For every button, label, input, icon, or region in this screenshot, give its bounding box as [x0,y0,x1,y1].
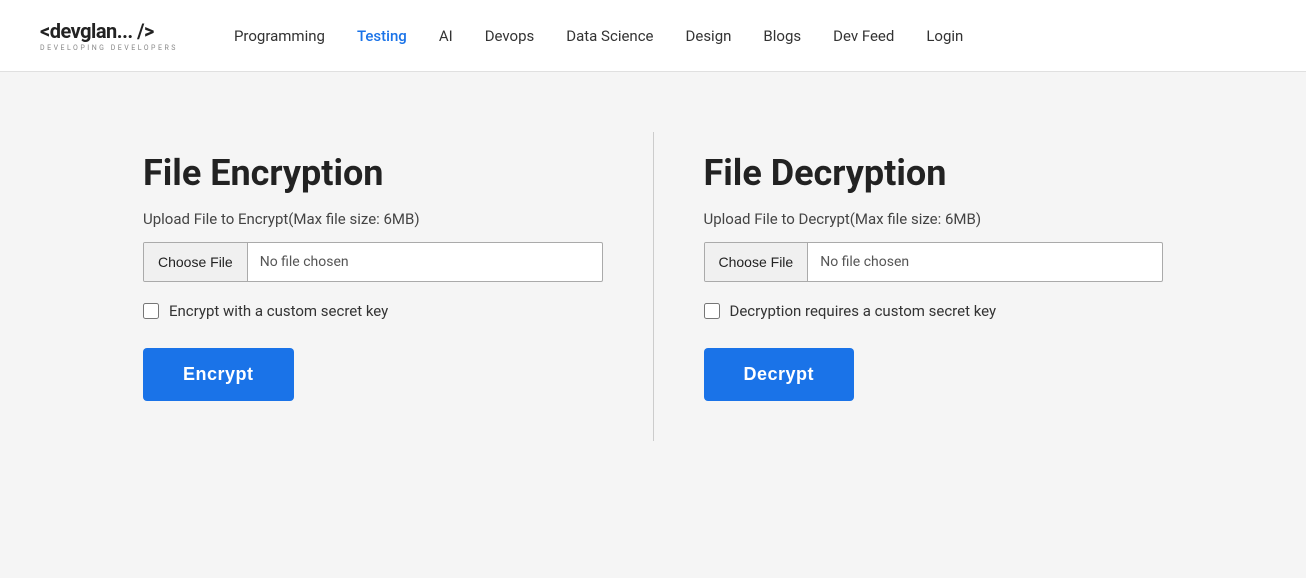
nav-testing[interactable]: Testing [341,0,423,72]
encrypt-button[interactable]: Encrypt [143,348,294,401]
encrypt-checkbox-label[interactable]: Encrypt with a custom secret key [169,302,388,320]
main-content: File Encryption Upload File to Encrypt(M… [0,72,1306,501]
nav-programming[interactable]: Programming [218,0,341,72]
site-logo: <devglan... /> DEVELOPING DEVELOPERS [40,19,178,52]
nav-login[interactable]: Login [910,0,979,72]
encrypt-checkbox-row: Encrypt with a custom secret key [143,302,603,320]
panels-container: File Encryption Upload File to Encrypt(M… [103,132,1203,441]
nav-design[interactable]: Design [670,0,748,72]
nav-data-science[interactable]: Data Science [550,0,669,72]
encrypt-subtitle: Upload File to Encrypt(Max file size: 6M… [143,210,603,228]
nav-devops[interactable]: Devops [469,0,551,72]
nav-dev-feed[interactable]: Dev Feed [817,0,910,72]
decrypt-checkbox-label[interactable]: Decryption requires a custom secret key [730,302,997,320]
encrypt-file-input-wrapper: Choose File No file chosen [143,242,603,282]
panel-divider [653,132,654,441]
decrypt-choose-file-button[interactable]: Choose File [705,243,809,281]
nav-ai[interactable]: AI [423,0,469,72]
decrypt-checkbox-row: Decryption requires a custom secret key [704,302,1164,320]
decrypt-file-name: No file chosen [808,254,1162,270]
decrypt-panel: File Decryption Upload File to Decrypt(M… [664,132,1204,441]
nav-blogs[interactable]: Blogs [747,0,817,72]
decrypt-file-input-wrapper: Choose File No file chosen [704,242,1164,282]
decrypt-button[interactable]: Decrypt [704,348,855,401]
site-header: <devglan... /> DEVELOPING DEVELOPERS Pro… [0,0,1306,72]
encrypt-title: File Encryption [143,152,603,194]
encrypt-panel: File Encryption Upload File to Encrypt(M… [103,132,643,441]
logo-text: <devglan... /> [40,19,178,43]
logo-tagline: DEVELOPING DEVELOPERS [40,44,178,52]
encrypt-file-name: No file chosen [248,254,602,270]
decrypt-secret-key-checkbox[interactable] [704,303,720,319]
encrypt-secret-key-checkbox[interactable] [143,303,159,319]
encrypt-choose-file-button[interactable]: Choose File [144,243,248,281]
decrypt-title: File Decryption [704,152,1164,194]
decrypt-subtitle: Upload File to Decrypt(Max file size: 6M… [704,210,1164,228]
main-nav: Programming Testing AI Devops Data Scien… [218,0,979,72]
